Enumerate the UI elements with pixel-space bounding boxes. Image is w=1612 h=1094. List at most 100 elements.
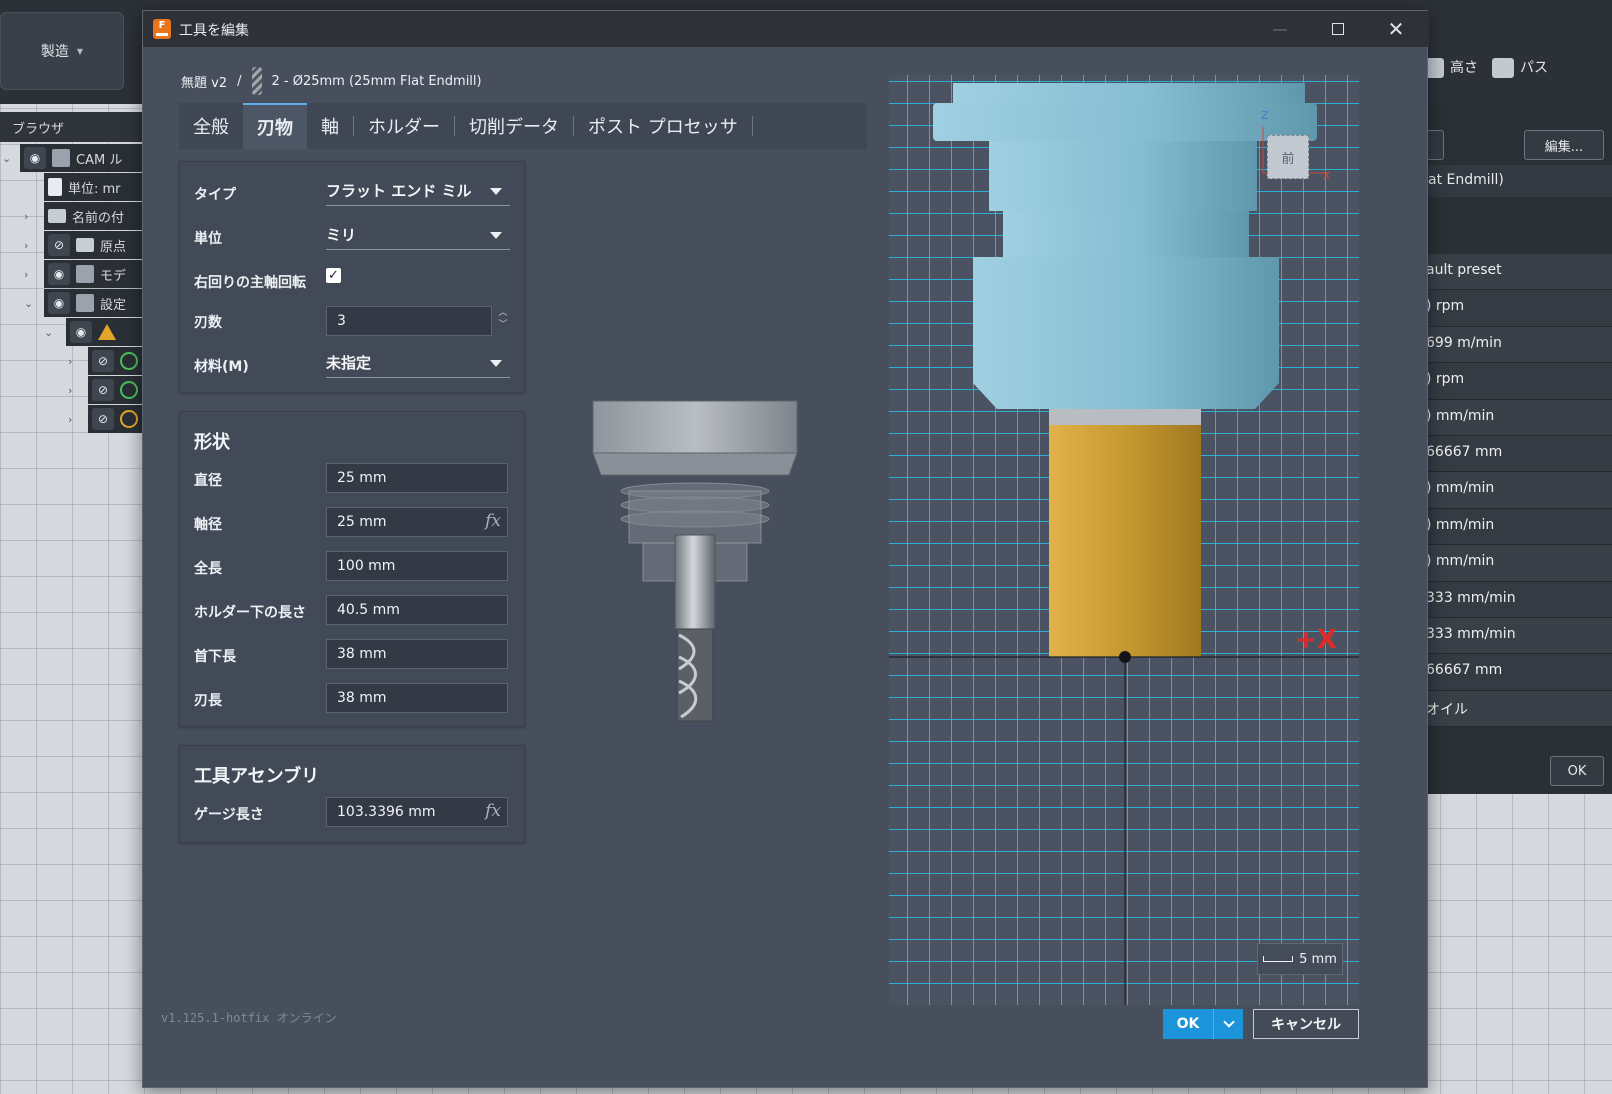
maximize-button[interactable] [1309,11,1367,47]
chevron-right-icon[interactable]: › [24,210,28,223]
shoulder-length-input[interactable]: 38 mm [326,639,508,669]
viewcube-front-face[interactable]: 前 [1267,135,1309,179]
flutes-spinner[interactable]: ︿ ﹀ [496,307,510,335]
material-dropdown[interactable]: 未指定 [326,348,510,378]
scale-bar-icon [1263,956,1294,962]
tab-shaft[interactable]: 軸 [307,103,353,149]
eye-hidden-icon[interactable]: ⊘ [48,234,70,256]
eye-icon[interactable]: ◉ [24,147,46,169]
chevron-down-icon[interactable]: ⌄ [44,326,53,339]
browser-header: ブラウザ [0,112,142,142]
tree-item-label: 単位: mr [68,181,121,197]
tool-3d-viewport[interactable]: Z 前 X +X 5 mm [889,75,1359,1005]
app-icon-letter: F [158,20,166,31]
unit-dropdown[interactable]: ミリ [326,220,510,250]
tab-cutting-data[interactable]: 切削データ [455,103,573,149]
component-icon [76,265,94,283]
tree-item-operation-group[interactable]: ⌄ ◉ [44,318,142,346]
manufacture-label: 製造 [40,44,69,60]
diameter-label: 直径 [194,473,222,489]
ok-options-button[interactable] [1213,1009,1243,1039]
component-icon [52,149,70,167]
shaft-diameter-label: 軸径 [194,517,222,533]
tree-item-operation-1[interactable]: › ⊘ [68,347,142,375]
eye-hidden-icon[interactable]: ⊘ [92,350,114,372]
tree-item-label: CAM ル [76,152,123,168]
minimize-button[interactable]: — [1251,11,1309,47]
overall-length-input[interactable]: 100 mm [326,551,508,581]
tab-cutter[interactable]: 刃物 [243,103,307,149]
viewcube-x-axis: X [1323,171,1330,182]
eye-hidden-icon[interactable]: ⊘ [92,408,114,430]
clockwise-spindle-label: 右回りの主軸回転 [194,275,306,291]
chevron-down-icon[interactable]: ⌄ [2,152,11,165]
type-dropdown[interactable]: フラット エンド ミル [326,176,510,206]
edit-tool-button[interactable]: 編集... [1524,130,1604,160]
tree-item-operation-3[interactable]: › ⊘ [68,405,142,433]
chevron-right-icon[interactable]: › [68,355,72,368]
operation-icon [98,324,116,340]
length-below-holder-input[interactable]: 40.5 mm [326,595,508,625]
length-below-holder-label: ホルダー下の長さ [194,605,306,621]
edit-tool-dialog: F 工具を編集 — ✕ 無題 v2 / 2 - Ø25mm (25mm Flat… [142,10,1429,1088]
chevron-right-icon[interactable]: › [68,413,72,426]
cancel-button[interactable]: キャンセル [1253,1009,1359,1039]
chevron-right-icon[interactable]: › [24,268,28,281]
fx-icon[interactable]: fx [485,801,501,821]
flutes-input[interactable]: 3 [326,306,492,336]
diameter-input[interactable]: 25 mm [326,463,508,493]
close-button[interactable]: ✕ [1367,11,1425,47]
tab-holder[interactable]: ホルダー [354,103,454,149]
eye-icon[interactable]: ◉ [48,292,70,314]
dropdown-arrow-icon [490,360,502,367]
tab-post-processor[interactable]: ポスト プロセッサ [574,103,752,149]
setup-icon [76,294,94,312]
ok-button[interactable]: OK [1163,1009,1213,1039]
tree-item-named-views[interactable]: › 名前の付 [24,202,142,230]
eye-icon[interactable]: ◉ [48,263,70,285]
tree-item-units[interactable]: 単位: mr [44,173,142,201]
tree-item-label: 原点 [100,239,127,255]
tool-preview[interactable] [589,395,801,725]
eye-icon[interactable]: ◉ [70,321,92,343]
clockwise-spindle-checkbox[interactable]: ✓ [326,268,341,283]
spin-down-icon[interactable]: ﹀ [496,319,510,331]
preview-holder-taper [592,452,798,476]
holder-model [933,83,1317,409]
tree-item-setup[interactable]: ⌄ ◉ 設定 [24,289,142,317]
endmill-icon [251,67,262,95]
tree-item-operation-2[interactable]: › ⊘ [68,376,142,404]
panel-ok-button[interactable]: OK [1550,756,1604,786]
heights-tool[interactable]: 高さ [1422,57,1478,78]
passes-tool[interactable]: パス [1492,57,1548,78]
tool-collar [1049,409,1201,425]
tree-item-models[interactable]: › ◉ モデ [24,260,142,288]
tree-item-origin[interactable]: › ⊘ 原点 [24,231,142,259]
chevron-down-icon[interactable]: ⌄ [24,297,33,310]
flute-length-input[interactable]: 38 mm [326,683,508,713]
shoulder-length-label: 首下長 [194,649,236,665]
shaft-diameter-input[interactable]: 25 mm fx [326,507,508,537]
chevron-down-icon [1222,1016,1235,1028]
shape-heading: 形状 [194,432,230,453]
browser-tree: ⌄ ◉ CAM ル 単位: mr › 名前の付 › ⊘ 原点 › ◉ モデ ⌄ [0,142,142,452]
tab-bar: 全般 刃物 軸 ホルダー 切削データ ポスト プロセッサ [179,103,867,149]
shaft-diameter-value: 25 mm [337,514,387,530]
scale-indicator: 5 mm [1257,943,1343,975]
heights-label: 高さ [1450,59,1478,76]
chevron-right-icon[interactable]: › [24,239,28,252]
tree-item-cam[interactable]: ⌄ ◉ CAM ル [2,144,142,172]
caret-down-icon: ▼ [76,46,84,56]
dialog-titlebar[interactable]: F 工具を編集 — ✕ [143,11,1429,47]
fx-icon[interactable]: fx [485,511,501,531]
app-icon: F [153,19,171,39]
close-icon: ✕ [1387,17,1405,41]
passes-label: パス [1520,59,1548,76]
eye-hidden-icon[interactable]: ⊘ [92,379,114,401]
chevron-right-icon[interactable]: › [68,384,72,397]
spin-up-icon[interactable]: ︿ [496,307,510,319]
general-panel: タイプ フラット エンド ミル 単位 ミリ 右回りの主軸回転 ✓ 刃数 3 ︿ … [179,161,525,393]
gauge-length-input[interactable]: 103.3396 mm fx [326,797,508,827]
manufacture-workspace-button[interactable]: 製造 ▼ [0,12,124,90]
tab-general[interactable]: 全般 [179,103,243,149]
